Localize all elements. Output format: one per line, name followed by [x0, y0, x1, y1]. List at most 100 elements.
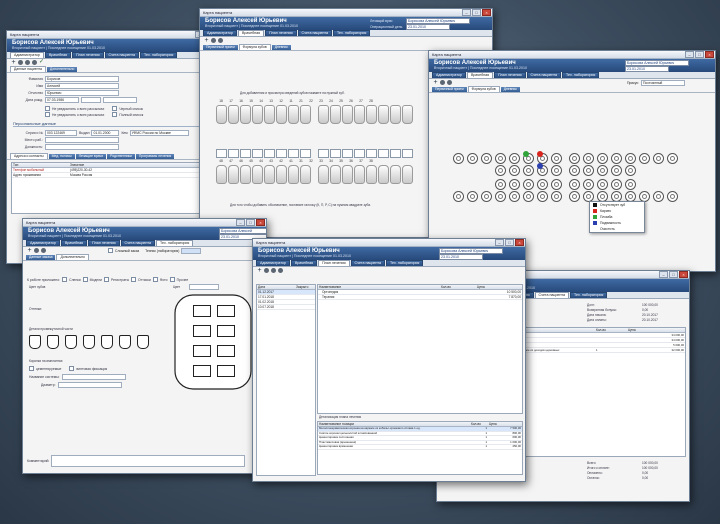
checkbox[interactable] — [29, 366, 34, 371]
tooth-icon[interactable] — [240, 165, 251, 184]
window-titlebar[interactable]: Карта пациента –□× — [253, 239, 525, 247]
tooth-icon[interactable] — [288, 165, 299, 184]
jaw-slot[interactable] — [193, 365, 211, 377]
tab-lab[interactable]: Тех. лаборатория — [570, 292, 608, 298]
jaw-slot[interactable] — [193, 325, 211, 337]
tooth-icon[interactable] — [276, 165, 287, 184]
tooth-icon[interactable] — [318, 105, 329, 124]
tooth-chart-icon[interactable] — [523, 165, 534, 176]
tooth-chart-icon[interactable] — [551, 165, 562, 176]
save-icon[interactable] — [34, 248, 39, 253]
table-row[interactable]: Цементировка временная 1 250,00 — [318, 445, 522, 450]
checkbox[interactable] — [152, 277, 158, 282]
tooth-icon[interactable] — [252, 165, 263, 184]
window-titlebar[interactable]: Карта пациента –□× — [23, 219, 266, 227]
tab-bills[interactable]: Счета пациента — [104, 52, 140, 58]
tooth-chart-icon[interactable] — [495, 153, 506, 164]
window-titlebar[interactable]: Карта пациента –□× — [200, 9, 492, 17]
tooth-chart-icon[interactable] — [625, 153, 636, 164]
tooth-icon[interactable] — [402, 105, 413, 124]
save-icon[interactable] — [264, 268, 269, 273]
checkbox[interactable] — [112, 106, 118, 111]
tooth-icon[interactable] — [216, 105, 227, 124]
date-select[interactable]: 23.01.2010 — [625, 66, 669, 72]
tab-plan[interactable]: План лечения — [265, 30, 297, 36]
tooth-icon[interactable] — [300, 165, 311, 184]
tooth-chart-icon[interactable] — [667, 153, 678, 164]
jaw-slot[interactable] — [193, 345, 211, 357]
subtab-relatives[interactable]: Родственники — [107, 154, 135, 159]
maximize-button[interactable]: □ — [695, 51, 704, 58]
minimize-button[interactable]: – — [685, 51, 694, 58]
tooth-box[interactable] — [390, 149, 401, 158]
close-button[interactable]: × — [515, 239, 524, 246]
complex-order-checkbox[interactable] — [108, 248, 113, 253]
refresh-icon[interactable] — [32, 60, 37, 65]
subtab-first-visit[interactable]: Первичный прием — [432, 87, 467, 92]
tooth-chart-icon[interactable] — [481, 153, 492, 164]
print-icon[interactable] — [218, 38, 223, 43]
print-icon[interactable] — [41, 248, 46, 253]
tab-admin[interactable]: Администратор — [432, 72, 466, 78]
window-titlebar[interactable]: Карта пациента –□× — [429, 51, 715, 59]
subtab-policies[interactable]: Мед. полисы — [48, 154, 75, 159]
tab-doctor[interactable]: Врачебная — [466, 72, 494, 78]
maximize-button[interactable]: □ — [505, 239, 514, 246]
tooth-icon[interactable] — [288, 105, 299, 124]
subtab-diary[interactable]: Дневник — [500, 87, 520, 92]
tooth-chart-icon[interactable] — [611, 165, 622, 176]
subtab-doctors[interactable]: Лечащие врачи — [75, 154, 107, 159]
tab-lab[interactable]: Тех. лаборатория — [140, 52, 178, 58]
tab-doctor[interactable]: Врачебная — [44, 52, 72, 58]
tooth-icon[interactable] — [390, 105, 401, 124]
table-row[interactable]: 10.07.2018 — [257, 305, 315, 310]
tooth-chart-icon[interactable] — [551, 179, 562, 190]
tooth-icon[interactable] — [366, 105, 377, 124]
checkbox[interactable] — [103, 277, 109, 282]
comment-input[interactable] — [51, 455, 246, 467]
maximize-button[interactable]: □ — [246, 219, 255, 226]
tooth-icon[interactable] — [366, 165, 377, 184]
jaw-slot[interactable] — [217, 345, 235, 357]
shade-select[interactable] — [189, 284, 219, 290]
save-icon[interactable] — [211, 38, 216, 43]
add-icon[interactable]: + — [204, 37, 209, 44]
tooth-box[interactable] — [300, 149, 311, 158]
tooth-icon[interactable] — [378, 105, 389, 124]
tooth-chart-icon[interactable] — [467, 153, 478, 164]
tooth-icon[interactable] — [342, 105, 353, 124]
tab-admin[interactable]: Администратор — [10, 52, 44, 58]
tooth-box[interactable] — [378, 149, 389, 158]
subtab-patient-data[interactable]: Данные пациента — [10, 66, 46, 72]
patient-card-window-lab[interactable]: Карта пациента – □ × Борисов Алексей Юрьев… — [22, 218, 267, 474]
workplace-input[interactable] — [45, 137, 119, 143]
crown-shape-icon[interactable] — [47, 335, 59, 349]
tab-plan[interactable]: План лечения — [318, 260, 350, 266]
tooth-chart-icon[interactable] — [625, 165, 636, 176]
issued-by-input[interactable]: УФМС России по Москве — [129, 130, 189, 136]
tab-admin[interactable]: Администратор — [203, 30, 237, 36]
tooth-chart-icon[interactable] — [667, 191, 678, 202]
subtab-formula[interactable]: Формула зубов — [238, 44, 271, 50]
issue-date-input[interactable]: 01.01.2000 — [91, 130, 120, 136]
tab-bills[interactable]: Счета пациента — [350, 260, 386, 266]
tooth-icon[interactable] — [228, 105, 239, 124]
table-row[interactable]: Терапия 7 870,00 — [318, 295, 522, 300]
tooth-chart-icon[interactable] — [597, 153, 608, 164]
tooth-chart-icon[interactable] — [597, 179, 608, 190]
tooth-chart-icon[interactable] — [569, 153, 580, 164]
bite-select[interactable]: Постоянный — [641, 79, 685, 86]
subtab-programs[interactable]: Программы лечения — [135, 154, 175, 159]
tooth-icon[interactable] — [300, 105, 311, 124]
tab-plan[interactable]: План лечения — [72, 52, 104, 58]
tooth-icon[interactable] — [228, 165, 239, 184]
diameter-input[interactable] — [57, 382, 122, 388]
group-select[interactable] — [103, 97, 137, 103]
print-icon[interactable] — [278, 268, 283, 273]
tab-bills[interactable]: Счета пациента — [526, 72, 562, 78]
tooth-chart-icon[interactable] — [523, 179, 534, 190]
crown-shape-icon[interactable] — [101, 335, 113, 349]
maximize-button[interactable]: □ — [669, 271, 678, 278]
crown-shape-icon[interactable] — [119, 335, 131, 349]
tab-bills[interactable]: Счета пациента — [534, 292, 570, 298]
